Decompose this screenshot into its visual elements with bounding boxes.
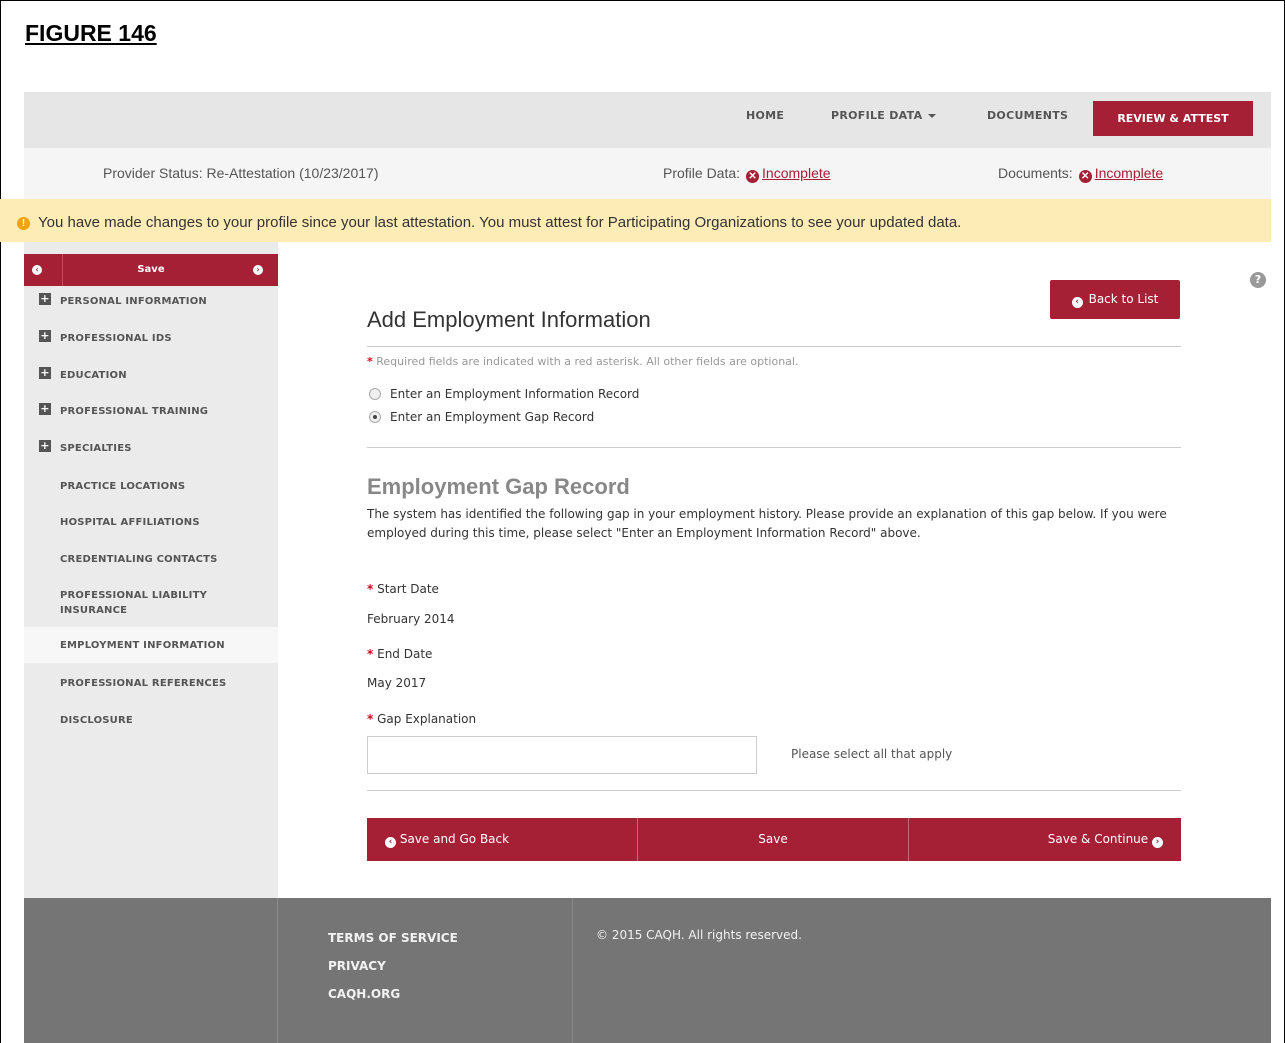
- nav-home[interactable]: HOME: [746, 109, 784, 122]
- back-to-list-label: Back to List: [1088, 292, 1159, 306]
- plus-icon: +: [39, 292, 51, 305]
- nav-documents[interactable]: DOCUMENTS: [987, 109, 1068, 122]
- start-date-value: February 2014: [367, 612, 455, 626]
- required-asterisk: *: [367, 712, 374, 726]
- sidebar-item-label: EMPLOYMENT INFORMATION: [60, 640, 225, 651]
- documents-label: Documents:: [998, 165, 1073, 181]
- save-and-go-back-label: Save and Go Back: [399, 832, 510, 846]
- end-date-value: May 2017: [367, 676, 427, 690]
- sidebar-item-label: PROFESSIONAL LIABILITY INSURANCE: [60, 590, 208, 616]
- profile-data-status: Profile Data: ✕ Incomplete: [663, 165, 831, 183]
- end-date-label: * End Date: [367, 647, 432, 661]
- sidebar-item-label: DISCLOSURE: [60, 715, 133, 726]
- profile-data-label: Profile Data:: [663, 165, 741, 181]
- plus-icon: +: [39, 402, 51, 415]
- warning-text: You have made changes to your profile si…: [38, 214, 962, 231]
- save-button[interactable]: Save: [638, 818, 908, 861]
- plus-icon: +: [39, 439, 51, 452]
- back-to-list-button[interactable]: ‹ Back to List: [1050, 280, 1180, 319]
- profile-data-incomplete-link[interactable]: Incomplete: [762, 165, 830, 181]
- chevron-right-icon[interactable]: ›: [253, 265, 263, 275]
- divider: [277, 898, 278, 1043]
- action-bar: ‹ Save and Go Back Save Save & Continue …: [367, 818, 1181, 861]
- divider: [572, 898, 573, 1043]
- sidebar: ‹ Save › + PERSONAL INFORMATION + PROFES…: [24, 242, 278, 898]
- sidebar-item-label: PROFESSIONAL TRAINING: [60, 406, 209, 417]
- sidebar-save-bar: ‹ Save ›: [24, 254, 278, 286]
- radio-employment-record[interactable]: Enter an Employment Information Record: [369, 387, 639, 401]
- app-window: HOME PROFILE DATA DOCUMENTS REVIEW & ATT…: [0, 92, 1271, 1043]
- provider-status-label: Provider Status:: [103, 165, 203, 181]
- arrow-left-icon: ‹: [385, 837, 396, 848]
- plus-icon: +: [39, 366, 51, 379]
- arrow-left-icon: ‹: [1071, 297, 1083, 308]
- incomplete-icon: ✕: [1078, 170, 1092, 183]
- sidebar-item-label: HOSPITAL AFFILIATIONS: [60, 517, 200, 528]
- arrow-right-icon: ›: [1152, 837, 1163, 848]
- gap-hint: Please select all that apply: [791, 747, 953, 761]
- save-and-continue-label: Save & Continue: [1047, 832, 1149, 846]
- main-content: ? Add Employment Information ‹ Back to Li…: [278, 242, 1271, 898]
- required-note-text: Required fields are indicated with a red…: [376, 355, 799, 368]
- radio-gap-record[interactable]: Enter an Employment Gap Record: [369, 410, 594, 424]
- gap-explanation-label: * Gap Explanation: [367, 712, 476, 726]
- footer-link-terms[interactable]: TERMS OF SERVICE: [328, 931, 458, 945]
- required-note: * Required fields are indicated with a r…: [367, 355, 798, 368]
- footer: TERMS OF SERVICE PRIVACY CAQH.ORG © 2015…: [24, 898, 1271, 1043]
- gap-explanation-label-text: Gap Explanation: [377, 712, 477, 726]
- sidebar-item-label: PERSONAL INFORMATION: [60, 296, 207, 307]
- sidebar-item-label: SPECIALTIES: [60, 443, 132, 454]
- footer-link-privacy[interactable]: PRIVACY: [328, 959, 386, 973]
- radio-label: Enter an Employment Gap Record: [390, 410, 595, 424]
- divider: [62, 254, 63, 286]
- start-date-label-text: Start Date: [377, 582, 439, 596]
- save-and-go-back-button[interactable]: ‹ Save and Go Back: [367, 818, 637, 861]
- radio-button[interactable]: [369, 388, 381, 400]
- footer-link-caqh[interactable]: CAQH.ORG: [328, 987, 400, 1001]
- sidebar-item-label: PRACTICE LOCATIONS: [60, 481, 186, 492]
- radio-button-selected[interactable]: [369, 411, 381, 423]
- page-title: Add Employment Information: [367, 307, 651, 332]
- gap-explanation-select[interactable]: [367, 736, 757, 774]
- help-icon[interactable]: ?: [1250, 272, 1266, 288]
- sidebar-item-label: PROFESSIONAL REFERENCES: [60, 678, 227, 689]
- caret-down-icon: [928, 114, 937, 118]
- provider-status-value: Re-Attestation (10/23/2017): [206, 165, 379, 181]
- nav-review-attest-button[interactable]: REVIEW & ATTEST: [1093, 101, 1253, 136]
- divider: [367, 447, 1181, 448]
- chevron-left-icon[interactable]: ‹: [32, 265, 42, 275]
- status-bar: Provider Status: Re-Attestation (10/23/2…: [24, 148, 1271, 199]
- documents-incomplete-link[interactable]: Incomplete: [1095, 165, 1163, 181]
- nav-profile-data[interactable]: PROFILE DATA: [831, 109, 937, 122]
- gap-description: The system has identified the following …: [367, 507, 1167, 540]
- start-date-label: * Start Date: [367, 582, 439, 596]
- provider-status: Provider Status: Re-Attestation (10/23/2…: [103, 165, 379, 181]
- plus-icon: +: [39, 329, 51, 342]
- sidebar-item-label: PROFESSIONAL IDS: [60, 333, 172, 344]
- end-date-label-text: End Date: [377, 647, 433, 661]
- section-title: Employment Gap Record: [367, 474, 630, 499]
- sidebar-item-label: EDUCATION: [60, 370, 127, 381]
- sidebar-item-label: CREDENTIALING CONTACTS: [60, 554, 218, 565]
- divider: [367, 346, 1181, 347]
- nav-profile-data-label: PROFILE DATA: [831, 109, 923, 122]
- exclamation-icon: !: [17, 217, 30, 230]
- required-asterisk: *: [367, 355, 373, 368]
- sidebar-save-button[interactable]: Save: [137, 264, 164, 275]
- required-asterisk: *: [367, 582, 374, 596]
- figure-title: FIGURE 146: [25, 20, 157, 46]
- incomplete-icon: ✕: [746, 170, 760, 183]
- sidebar-item-employment-information[interactable]: EMPLOYMENT INFORMATION: [24, 627, 278, 663]
- radio-label: Enter an Employment Information Record: [390, 387, 640, 401]
- save-and-continue-button[interactable]: Save & Continue ›: [909, 818, 1181, 861]
- documents-status: Documents: ✕ Incomplete: [998, 165, 1163, 183]
- required-asterisk: *: [367, 647, 374, 661]
- top-nav: HOME PROFILE DATA DOCUMENTS REVIEW & ATT…: [24, 92, 1271, 148]
- warning-banner: ! You have made changes to your profile …: [0, 199, 1271, 242]
- divider: [367, 790, 1181, 791]
- copyright: © 2015 CAQH. All rights reserved.: [596, 928, 802, 942]
